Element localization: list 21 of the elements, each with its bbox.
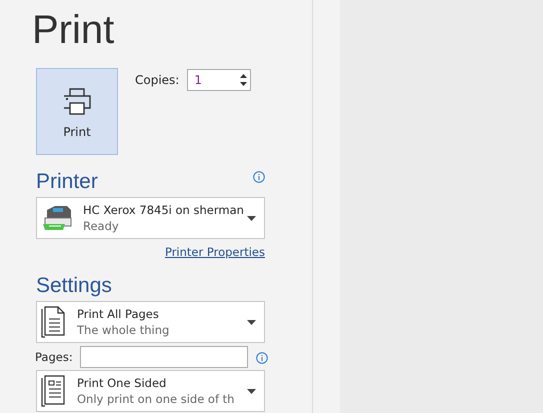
info-icon[interactable] — [253, 171, 265, 183]
info-icon[interactable] — [256, 352, 268, 364]
page-title: Print — [32, 7, 116, 54]
settings-heading: Settings — [36, 273, 112, 299]
settings-dropdown[interactable]: Print All Pages The whole thing — [36, 301, 265, 343]
document-one-sided-icon — [41, 375, 67, 407]
caret-icon — [247, 388, 256, 394]
printer-dropdown[interactable]: HC Xerox 7845i on sherman Ready — [36, 197, 265, 239]
caret-icon — [247, 320, 256, 324]
copies-label: Copies: — [135, 73, 180, 87]
printer-properties-link[interactable]: Printer Properties — [36, 245, 265, 259]
pages-field[interactable] — [80, 346, 248, 368]
pages-label: Pages: — [35, 350, 72, 364]
copies-spinner[interactable]: 1 — [187, 69, 252, 91]
print-button[interactable]: Print — [36, 68, 118, 155]
printer-icon — [63, 87, 91, 115]
caret-icon — [247, 216, 256, 220]
settings-dropdown[interactable]: Print One Sided Only print on one side of th — [36, 370, 265, 412]
printer-heading: Printer — [36, 169, 98, 195]
printer-icon — [41, 204, 73, 232]
document-pages-icon — [41, 306, 67, 338]
